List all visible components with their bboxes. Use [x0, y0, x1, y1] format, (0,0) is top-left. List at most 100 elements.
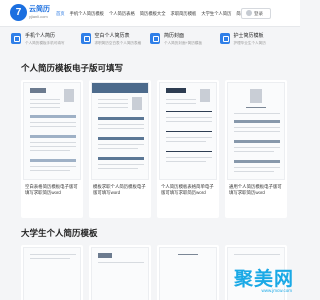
template-card[interactable]: 通用个人简历模板电子版可填写求职简历word [225, 80, 287, 218]
category-nurse-resume[interactable]: 护士简历模板 护理毕业生个人简历 [219, 30, 290, 56]
resume-line [30, 103, 60, 104]
template-thumbnail[interactable] [23, 247, 81, 300]
template-title[interactable]: 模板求职个人简历模板电子版可填写word [93, 184, 149, 196]
nav-item-template-collection[interactable]: 简历模板大全 [140, 10, 166, 18]
resume-header-bar [92, 83, 148, 93]
resume-line [30, 99, 60, 100]
resume-rule [166, 131, 212, 132]
resume-line [98, 164, 144, 165]
resume-line [98, 124, 144, 125]
category-mobile-resume[interactable]: 手机个人简历 个人简历模板手机可填写 [11, 30, 81, 56]
category-blank-table[interactable]: 空白个人简历表 求职简历空白表个人简历表格 [80, 30, 151, 56]
category-title: 简历封面 [164, 33, 185, 39]
resume-line [30, 150, 70, 151]
category-desc: 求职简历空白表个人简历表格 [94, 41, 142, 45]
resume-line [30, 258, 70, 259]
watermark-domain: www.jmcw.com [261, 288, 292, 293]
resume-header-block [30, 88, 46, 93]
resume-line [166, 103, 196, 104]
logo-icon: 7 [10, 4, 27, 21]
template-title[interactable]: 空白表格简历模板电子版可填写求职简历word [25, 184, 81, 196]
watermark-title: 聚美网 [233, 269, 294, 290]
nav-item-mobile-templates[interactable]: 手机个人简历模板 [70, 10, 104, 18]
site-logo[interactable]: 7 云简历 yjianli.com [10, 3, 58, 24]
watermark: 聚美网 www.jmcw.com [200, 263, 300, 300]
category-title: 手机个人简历 [25, 33, 56, 39]
resume-photo [250, 89, 262, 103]
resume-header-block [166, 88, 186, 93]
resume-line [234, 131, 280, 132]
logo-name: 云简历 [29, 6, 50, 13]
resume-line [234, 151, 274, 152]
template-thumbnail[interactable] [23, 82, 81, 180]
section-title-college-templates: 大学生个人简历模板 [21, 228, 98, 238]
resume-section-bar [234, 120, 280, 123]
category-title: 空白个人简历表 [94, 33, 130, 39]
category-desc: 个人简历封面+简历模板 [164, 41, 203, 45]
template-grid: 空白表格简历模板电子版可填写求职简历word 模板求职个人简历模板电子版可填写w… [21, 80, 287, 218]
category-shortcuts: 手机个人简历 个人简历模板手机可填写 空白个人简历表 求职简历空白表个人简历表格… [11, 30, 289, 56]
user-avatar-icon[interactable] [246, 10, 252, 16]
resume-line [30, 122, 76, 123]
resume-line [30, 254, 76, 255]
category-title: 护士简历模板 [233, 33, 264, 39]
main-nav: 首页 手机个人简历模板 个人简历表格 简历模板大全 求职简历模板 大学生个人简历… [56, 10, 271, 18]
resume-line [98, 262, 144, 263]
document-icon [219, 33, 230, 44]
resume-line [98, 144, 144, 145]
resume-line [30, 146, 76, 147]
login-link[interactable]: 登录 [254, 10, 263, 17]
resume-section-bar [30, 159, 76, 162]
resume-line [30, 170, 70, 171]
resume-section-bar [98, 137, 144, 140]
resume-line [166, 157, 212, 158]
template-card[interactable] [21, 245, 83, 300]
resume-line [234, 127, 280, 128]
document-icon [80, 33, 91, 44]
template-card[interactable]: 空白表格简历模板电子版可填写求职简历word [21, 80, 83, 218]
resume-line [234, 113, 280, 114]
template-thumbnail[interactable] [91, 82, 149, 180]
nav-item-resume-table[interactable]: 个人简历表格 [109, 10, 135, 18]
resume-section-bar [98, 157, 144, 160]
resume-photo [200, 89, 210, 102]
resume-section-bar [30, 115, 76, 118]
resume-photo [64, 89, 74, 102]
nav-item-college-resume[interactable]: 大学生个人简历 [201, 10, 231, 18]
resume-rule [166, 151, 212, 152]
template-card[interactable]: 模板求职个人简历模板电子版可填写word [89, 80, 151, 218]
template-card[interactable] [89, 245, 151, 300]
template-thumbnail[interactable] [227, 82, 285, 180]
resume-line [30, 107, 60, 108]
resume-line [234, 254, 280, 255]
logo-domain: yjianli.com [29, 14, 48, 19]
top-navigation-bar: 7 云简历 yjianli.com 首页 手机个人简历模板 个人简历表格 简历模… [0, 0, 300, 27]
resume-rule [166, 111, 212, 112]
resume-line [98, 128, 144, 129]
resume-line [30, 142, 76, 143]
nav-item-job-templates[interactable]: 求职简历模板 [171, 10, 197, 18]
resume-line [234, 147, 280, 148]
resume-section-bar [98, 117, 144, 120]
resume-section-bar [30, 135, 76, 138]
resume-section-bar [234, 140, 280, 143]
template-title[interactable]: 个人简历模板表格简单电子版可填写求职简历word [161, 184, 217, 196]
resume-line [30, 166, 76, 167]
template-card[interactable]: 个人简历模板表格简单电子版可填写求职简历word [157, 80, 219, 218]
document-icon [11, 33, 21, 44]
resume-line [234, 171, 274, 172]
resume-line [234, 167, 280, 168]
category-desc: 护理毕业生个人简历 [233, 41, 266, 45]
resume-line [30, 126, 76, 127]
resume-line [98, 107, 128, 108]
resume-header-block [98, 253, 112, 258]
template-thumbnail[interactable] [159, 82, 217, 180]
template-thumbnail[interactable] [91, 247, 149, 300]
nav-item-home[interactable]: 首页 [56, 10, 65, 18]
template-title[interactable]: 通用个人简历模板电子版可填写求职简历word [229, 184, 285, 196]
resume-line [166, 137, 212, 138]
category-resume-cover[interactable]: 简历封面 个人简历封面+简历模板 [150, 30, 220, 56]
section-title-editable-templates: 个人简历模板电子版可填写 [21, 63, 124, 73]
document-icon [150, 33, 160, 44]
resume-line [166, 161, 206, 162]
